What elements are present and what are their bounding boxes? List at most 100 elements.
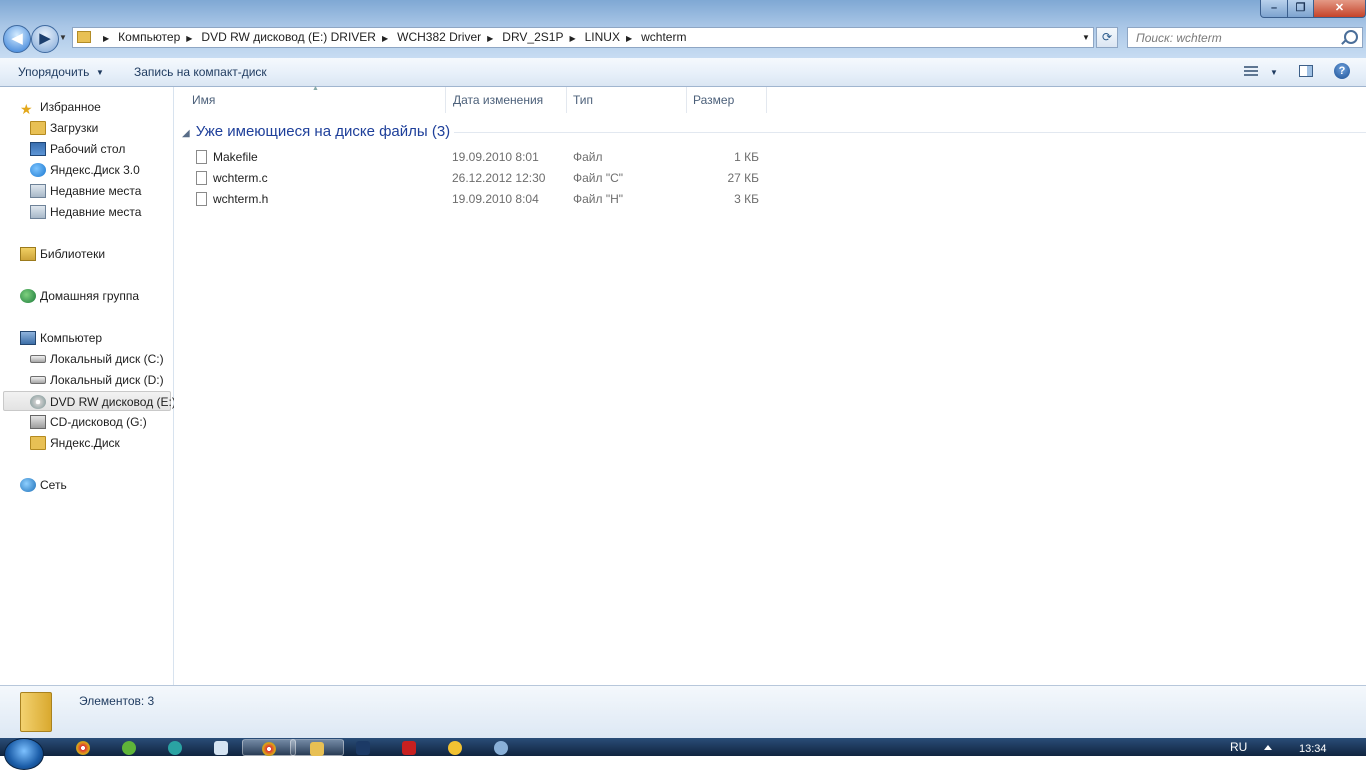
sidebar-item-recent-places[interactable]: Недавние места [30, 181, 141, 201]
close-button[interactable]: ✕ [1313, 0, 1366, 18]
group-header[interactable]: ◢ Уже имеющиеся на диске файлы (3) [182, 123, 450, 140]
file-name: wchterm.c [213, 171, 268, 185]
breadcrumb-item[interactable]: LINUX [585, 30, 620, 44]
start-button[interactable] [4, 738, 44, 770]
file-name: wchterm.h [213, 192, 269, 206]
collapse-group-icon[interactable]: ◢ [182, 128, 190, 139]
search-icon[interactable] [1344, 30, 1358, 44]
minimize-button[interactable]: – [1260, 0, 1288, 18]
recent-places-icon [30, 184, 46, 198]
notepad-icon [214, 741, 228, 755]
file-icon [196, 150, 207, 164]
column-header-label: Дата изменения [453, 93, 544, 107]
libraries-icon [20, 247, 36, 261]
back-arrow-icon: ◀ [11, 30, 23, 47]
1c-icon [448, 741, 462, 755]
search-input[interactable] [1136, 28, 1336, 47]
sidebar-item-cd-g[interactable]: CD-дисковод (G:) [30, 412, 147, 432]
dvd-drive-icon [30, 395, 46, 409]
folder-icon [20, 692, 52, 732]
view-options-icon[interactable] [1244, 66, 1258, 77]
burn-disc-button[interactable]: Запись на компакт-диск [134, 65, 267, 79]
table-row[interactable]: Makefile 19.09.2010 8:01 Файл 1 КБ [194, 147, 774, 168]
breadcrumb-separator-icon[interactable]: ▶ [186, 34, 192, 43]
chevron-down-icon[interactable]: ▼ [96, 68, 104, 77]
table-row[interactable]: wchterm.c 26.12.2012 12:30 Файл "C" 27 К… [194, 168, 774, 189]
file-size: 3 КБ [734, 192, 759, 206]
organize-button[interactable]: Упорядочить [18, 65, 89, 79]
sidebar-item-label: Недавние места [50, 184, 142, 198]
breadcrumb-separator-icon[interactable]: ▶ [626, 34, 632, 43]
help-icon[interactable]: ? [1334, 63, 1350, 79]
column-header-label: Размер [693, 93, 735, 107]
search-box[interactable] [1127, 27, 1363, 48]
item-count: Элементов: 3 [79, 694, 155, 708]
sort-ascending-icon: ▲ [312, 85, 319, 92]
back-button[interactable]: ◀ [3, 25, 31, 53]
table-row[interactable]: wchterm.h 19.09.2010 8:04 Файл "H" 3 КБ [194, 189, 774, 210]
explorer-icon [310, 742, 324, 756]
sidebar-item-disk-c[interactable]: Локальный диск (C:) [30, 349, 164, 369]
file-name: Makefile [213, 150, 258, 164]
sidebar-item-yandex-disk[interactable]: Яндекс.Диск [30, 433, 120, 453]
desktop-icon [30, 142, 46, 156]
column-header-date[interactable]: Дата изменения [447, 87, 567, 113]
forward-arrow-icon: ▶ [39, 30, 51, 47]
sidebar-item-disk-d[interactable]: Локальный диск (D:) [30, 370, 164, 390]
local-disk-icon [30, 355, 46, 363]
breadcrumb-item[interactable]: wchterm [641, 30, 686, 44]
clock[interactable]: 13:34 [1299, 743, 1327, 755]
breadcrumb-separator-icon[interactable]: ▶ [569, 34, 575, 43]
sidebar-item-label: Сеть [40, 478, 67, 492]
file-type: Файл "H" [573, 192, 624, 206]
sidebar-item-yandex-disk-3[interactable]: Яндекс.Диск 3.0 [30, 160, 140, 180]
computer-icon [20, 331, 36, 345]
sidebar-item-label: Библиотеки [40, 247, 106, 261]
homegroup-icon [20, 289, 36, 303]
sidebar-item-homegroup[interactable]: Домашняя группа [20, 286, 139, 306]
show-hidden-icons-icon[interactable] [1264, 745, 1272, 750]
file-date: 26.12.2012 12:30 [452, 171, 546, 185]
sidebar-item-label: Избранное [40, 100, 101, 114]
breadcrumb-separator-icon[interactable]: ▶ [382, 34, 388, 43]
taskbar-app[interactable] [194, 739, 248, 756]
sidebar-item-libraries[interactable]: Библиотеки [20, 244, 105, 264]
sidebar-item-desktop[interactable]: Рабочий стол [30, 139, 125, 159]
address-dropdown-button[interactable]: ▼ [1079, 28, 1093, 47]
breadcrumb-item[interactable]: DVD RW дисковод (E:) DRIVER [201, 30, 376, 44]
breadcrumb-item[interactable]: DRV_2S1P [502, 30, 563, 44]
cd-drive-icon [30, 415, 46, 429]
address-bar[interactable]: ▶ Компьютер ▶ DVD RW дисковод (E:) DRIVER ▶ W… [72, 27, 1094, 48]
sidebar-item-label: Рабочий стол [50, 142, 126, 156]
breadcrumb-separator-icon[interactable]: ▶ [103, 34, 109, 43]
breadcrumb: ▶ Компьютер ▶ DVD RW дисковод (E:) DRIVER ▶ W… [97, 28, 686, 47]
sidebar-item-network[interactable]: Сеть [20, 475, 67, 495]
sidebar-item-computer[interactable]: Компьютер [20, 328, 102, 348]
forward-button[interactable]: ▶ [31, 25, 59, 53]
language-indicator[interactable]: RU [1230, 740, 1247, 754]
sidebar-item-favorites[interactable]: ★ Избранное [20, 97, 101, 117]
sidebar-item-label: Компьютер [40, 331, 103, 345]
sidebar-item-label: Локальный диск (D:) [50, 373, 164, 387]
preview-pane-icon[interactable] [1299, 65, 1313, 77]
column-header-size[interactable]: Размер [687, 87, 767, 113]
photoshop-icon [356, 741, 370, 755]
chevron-down-icon[interactable]: ▼ [1270, 68, 1278, 77]
command-bar: Упорядочить ▼ Запись на компакт-диск ▼ ? [0, 58, 1366, 87]
sidebar-item-downloads[interactable]: Загрузки [30, 118, 98, 138]
column-header-type[interactable]: Тип [567, 87, 687, 113]
sidebar-item-recent-places-2[interactable]: Недавние места [30, 202, 141, 222]
breadcrumb-item[interactable]: WCH382 Driver [397, 30, 481, 44]
local-disk-icon [30, 376, 46, 384]
file-date: 19.09.2010 8:01 [452, 150, 539, 164]
taskbar-app[interactable] [242, 739, 296, 756]
taskbar-app[interactable] [474, 739, 528, 756]
file-size: 1 КБ [734, 150, 759, 164]
recent-pages-dropdown[interactable]: ▼ [59, 33, 67, 42]
breadcrumb-item[interactable]: Компьютер [118, 30, 180, 44]
title-bar: – ❐ ✕ ◀ ▶ ▼ ▶ Компьютер ▶ DVD RW дисковод (… [0, 0, 1366, 58]
refresh-button[interactable]: ⟳ [1096, 27, 1118, 48]
maximize-button[interactable]: ❐ [1287, 0, 1314, 18]
sidebar-item-dvd-e[interactable]: DVD RW дисковод (E:) [3, 391, 176, 411]
breadcrumb-separator-icon[interactable]: ▶ [487, 34, 493, 43]
